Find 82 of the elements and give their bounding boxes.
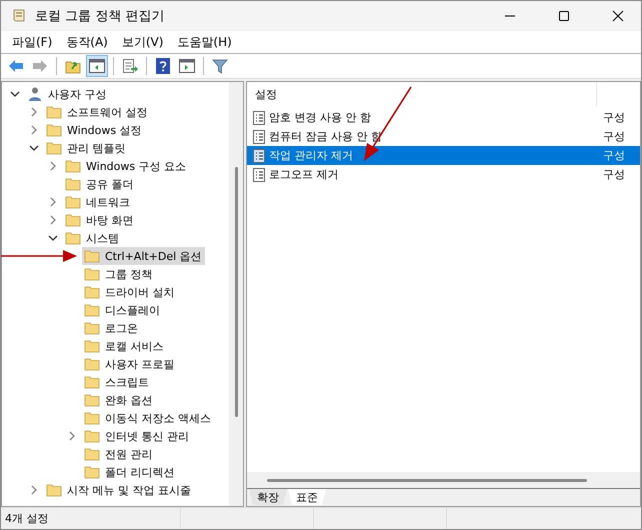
tree-item[interactable]: 완화 옵션 <box>82 391 156 409</box>
tree-item[interactable]: 소프트웨어 설정 <box>44 103 150 121</box>
close-icon <box>612 10 624 22</box>
menu-item[interactable]: 파일(F) <box>5 34 60 50</box>
toolbar-button[interactable] <box>86 55 108 77</box>
setting-state: 구성 <box>603 148 625 163</box>
folder-icon <box>65 159 81 173</box>
column-header[interactable]: 설정 <box>247 82 597 106</box>
setting-name: 작업 관리자 제거 <box>269 148 353 163</box>
tree-item[interactable]: 바탕 화면 <box>63 211 136 229</box>
tree-item[interactable]: 이동식 저장소 액세스 <box>82 409 214 427</box>
folder-icon <box>65 213 81 227</box>
list-row[interactable]: 로그오프 제거 구성 <box>247 165 640 184</box>
policy-icon <box>253 130 265 144</box>
folder-icon <box>46 105 62 119</box>
folder-icon <box>84 303 100 317</box>
back-arrow-icon <box>8 58 24 74</box>
setting-name: 로그오프 제거 <box>269 167 338 182</box>
pane-icon <box>89 59 105 73</box>
window-title: 로컬 그룹 정책 편집기 <box>35 8 166 25</box>
folder-icon <box>84 465 100 479</box>
policy-icon <box>253 168 265 182</box>
tree-item[interactable]: 스크립트 <box>82 373 152 391</box>
tree-item[interactable]: 폴더 리디렉션 <box>82 463 178 481</box>
folder-icon <box>65 177 81 191</box>
tree-item[interactable]: 시작 메뉴 및 작업 표시줄 <box>44 481 194 499</box>
scroll-icon <box>11 8 27 24</box>
folder-icon <box>84 393 100 407</box>
folder-icon <box>84 375 100 389</box>
scrollbar[interactable] <box>229 82 243 506</box>
menu-item[interactable]: 동작(A) <box>59 34 115 50</box>
user-icon <box>27 86 43 102</box>
tree-item[interactable]: Windows 구성 요소 <box>63 157 190 175</box>
folder-icon <box>46 123 62 137</box>
tree-item[interactable]: 사용자 프로필 <box>82 355 178 373</box>
folder-icon <box>65 195 81 209</box>
menu-item[interactable]: 도움말(H) <box>170 34 239 50</box>
folder-icon <box>46 141 62 155</box>
folder-icon <box>84 357 100 371</box>
tree-item[interactable]: 전원 관리 <box>82 445 156 463</box>
policy-icon <box>253 110 265 124</box>
tree-item[interactable]: 로그온 <box>82 319 141 337</box>
tree-item[interactable]: 관리 템플릿 <box>44 139 128 157</box>
view-tab[interactable]: 확장 <box>249 489 287 505</box>
folder-icon <box>84 429 100 443</box>
scrollbar[interactable] <box>247 472 640 488</box>
tree-item[interactable]: 네트워크 <box>63 193 133 211</box>
setting-state: 구성 <box>603 110 625 125</box>
pane-icon <box>179 59 195 73</box>
filter-icon <box>212 58 228 74</box>
folder-icon <box>84 339 100 353</box>
setting-state: 구성 <box>603 167 625 182</box>
tree-item[interactable]: Ctrl+Alt+Del 옵션 <box>82 247 205 265</box>
maximize-icon <box>558 10 570 22</box>
folder-icon <box>46 483 62 497</box>
tree-item[interactable]: 드라이버 설치 <box>82 283 178 301</box>
setting-name: 암호 변경 사용 안 함 <box>269 110 371 125</box>
tree-item[interactable]: 인터넷 통신 관리 <box>82 427 192 445</box>
export-list-icon <box>122 58 138 74</box>
tree-item[interactable]: 디스플레이 <box>82 301 163 319</box>
tree-item[interactable]: 그룹 정책 <box>82 265 156 283</box>
tree-item[interactable]: 공유 폴더 <box>63 175 136 193</box>
folder-icon <box>84 267 100 281</box>
tree-item[interactable]: 시스템 <box>63 229 122 247</box>
folder-icon <box>84 285 100 299</box>
folder-icon <box>84 447 100 461</box>
help-icon <box>156 58 170 74</box>
tree-item[interactable]: Windows 설정 <box>44 121 145 139</box>
status-text: 4개 설정 <box>1 508 181 529</box>
list-row[interactable]: 작업 관리자 제거 구성 <box>247 146 640 165</box>
forward-arrow-icon <box>32 58 48 74</box>
tree-item[interactable]: 사용자 구성 <box>25 85 110 103</box>
view-tab[interactable]: 표준 <box>288 489 326 505</box>
policy-icon <box>253 148 265 162</box>
tree-item[interactable]: 로캘 서비스 <box>82 337 166 355</box>
folder-icon <box>84 249 100 263</box>
list-row[interactable]: 암호 변경 사용 안 함 구성 <box>247 108 640 127</box>
folder-icon <box>84 411 100 425</box>
folder-icon <box>65 231 81 245</box>
menu-item[interactable]: 보기(V) <box>114 34 170 50</box>
folder-icon <box>84 321 100 335</box>
setting-state: 구성 <box>603 129 625 144</box>
